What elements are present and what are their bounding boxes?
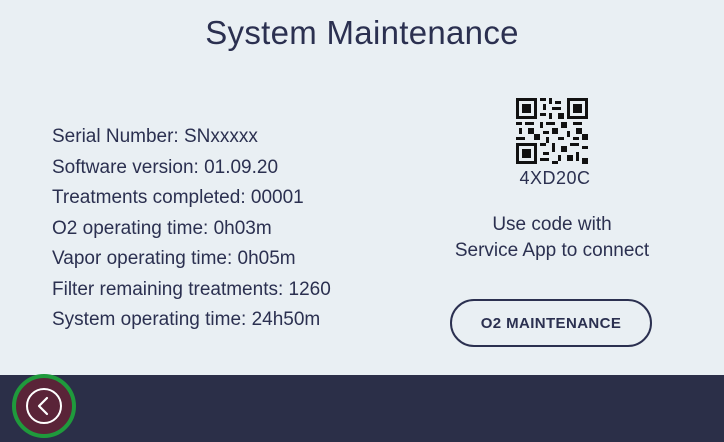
filter-remaining-treatments: Filter remaining treatments: 1260 [52, 278, 331, 300]
back-button[interactable] [12, 374, 76, 438]
service-instructions: Use code with Service App to connect [432, 212, 672, 264]
system-operating-time: System operating time: 24h50m [52, 309, 321, 330]
instruction-line-1: Use code with [492, 214, 612, 235]
page-title: System Maintenance [205, 14, 519, 51]
instruction-line-2: Service App to connect [454, 240, 650, 261]
chevron-left-circle-icon [26, 388, 62, 424]
bottom-nav-bar [0, 375, 724, 442]
serial-number: Serial Number: SNxxxxx [52, 126, 258, 147]
qr-code-icon [516, 98, 588, 164]
treatments-completed: Treatments completed: 00001 [52, 187, 304, 208]
software-version: Software version: 01.09.20 [52, 156, 279, 178]
service-code: 4XD20C [519, 168, 591, 188]
o2-maintenance-button[interactable]: O2 MAINTENANCE [450, 299, 652, 347]
system-info-list: Serial Number: SNxxxxx Software version:… [52, 122, 331, 336]
o2-operating-time: O2 operating time: 0h03m [52, 217, 272, 239]
vapor-operating-time: Vapor operating time: 0h05m [52, 248, 296, 269]
